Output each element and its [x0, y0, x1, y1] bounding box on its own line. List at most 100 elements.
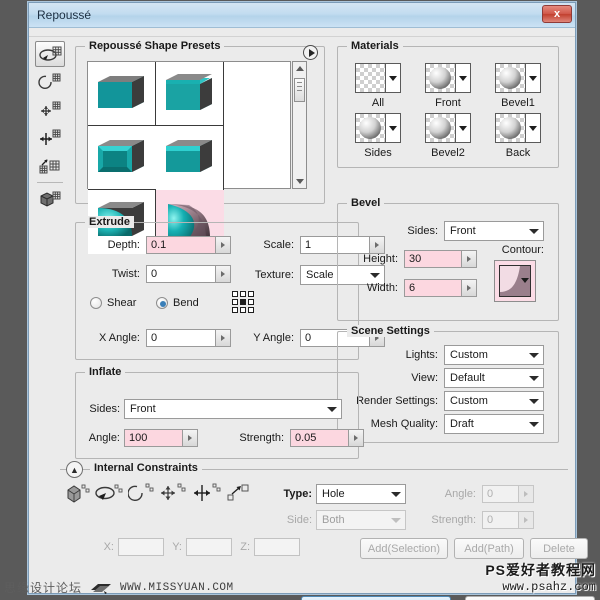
preset-inset-edge[interactable]	[156, 126, 224, 190]
anchor-bl[interactable]	[232, 307, 238, 313]
material-all-swatch[interactable]	[355, 63, 401, 93]
scroll-down-icon[interactable]	[293, 175, 306, 188]
material-bevel2-preview	[426, 114, 456, 142]
bend-radio[interactable]: Bend	[156, 297, 199, 309]
depth-spinner[interactable]	[215, 237, 230, 253]
anchor-br[interactable]	[248, 307, 254, 313]
inflate-strength-spinner[interactable]	[348, 430, 363, 446]
material-bevel1-label: Bevel1	[501, 97, 535, 109]
bevel-height-label: Height:	[363, 253, 398, 265]
constraint-x-value[interactable]	[119, 539, 163, 555]
constraint-scale-tool[interactable]	[226, 482, 252, 504]
constraint-z-field[interactable]	[254, 538, 300, 556]
material-all-dropdown-icon[interactable]	[386, 64, 400, 92]
anchor-tr[interactable]	[248, 291, 254, 297]
inflate-sides-dropdown[interactable]: Front	[124, 399, 342, 419]
rotate-mesh-tool[interactable]	[35, 41, 65, 67]
bevel-width-value[interactable]: 6	[405, 280, 461, 296]
constraint-z-value[interactable]	[255, 539, 299, 555]
object-tool[interactable]	[35, 186, 65, 212]
preset-inset-frame[interactable]	[88, 126, 156, 190]
constraint-angle-spinner[interactable]	[518, 486, 533, 502]
constraint-angle-value[interactable]: 0	[483, 486, 518, 502]
material-back-swatch[interactable]	[495, 113, 541, 143]
constraint-strength-value[interactable]: 0	[483, 512, 518, 528]
anchor-mr[interactable]	[248, 299, 254, 305]
shear-radio[interactable]: Shear	[90, 297, 136, 309]
presets-scrollbar[interactable]	[292, 61, 307, 189]
material-bevel1-dropdown-icon[interactable]	[526, 64, 540, 92]
material-sides-dropdown-icon[interactable]	[386, 114, 400, 142]
material-back-dropdown-icon[interactable]	[526, 114, 540, 142]
twist-value[interactable]: 0	[147, 266, 215, 282]
scroll-thumb[interactable]	[294, 78, 305, 102]
constraint-y-field[interactable]	[186, 538, 232, 556]
cancel-button[interactable]: Cancel	[465, 596, 595, 600]
anchor-bc[interactable]	[240, 307, 246, 313]
constraint-spin-tool[interactable]	[127, 482, 154, 504]
scroll-up-icon[interactable]	[293, 62, 306, 75]
dialog-titlebar[interactable]: Repoussé x	[29, 3, 575, 28]
bevel-width-spinner[interactable]	[461, 280, 476, 296]
pan-mesh-tool[interactable]	[35, 97, 65, 123]
material-bevel2-swatch[interactable]	[425, 113, 471, 143]
preset-extrude-flat[interactable]	[88, 62, 156, 126]
bevel-height-value[interactable]: 30	[405, 251, 461, 267]
mesh-tool-bar	[35, 41, 69, 214]
bevel-sides-dropdown[interactable]: Front	[444, 221, 544, 241]
add-selection-button[interactable]: Add(Selection)	[360, 538, 448, 559]
material-front-swatch[interactable]	[425, 63, 471, 93]
twist-field[interactable]: 0	[146, 265, 231, 283]
constraint-x-field[interactable]	[118, 538, 164, 556]
depth-value[interactable]: 0.1	[147, 237, 215, 253]
material-front-dropdown-icon[interactable]	[456, 64, 470, 92]
view-dropdown[interactable]: Default	[444, 368, 544, 388]
lights-dropdown[interactable]: Custom	[444, 345, 544, 365]
constraint-side-dropdown[interactable]: Both	[316, 510, 406, 530]
preset-bevel-top[interactable]	[156, 62, 224, 126]
constraint-strength-spinner[interactable]	[518, 512, 533, 528]
constraint-y-value[interactable]	[187, 539, 231, 555]
constraint-strength-field[interactable]: 0	[482, 511, 534, 529]
scale-mesh-tool[interactable]	[35, 153, 65, 179]
inflate-strength-value[interactable]: 0.05	[291, 430, 348, 446]
anchor-mc[interactable]	[240, 299, 246, 305]
material-bevel2-dropdown-icon[interactable]	[456, 114, 470, 142]
anchor-point-grid-icon[interactable]	[232, 291, 254, 313]
inflate-angle-spinner[interactable]	[182, 430, 197, 446]
presets-menu-icon[interactable]	[303, 45, 318, 60]
close-icon[interactable]: x	[542, 5, 572, 23]
bevel-legend: Bevel	[347, 197, 385, 209]
constraint-type-value: Hole	[322, 488, 345, 500]
delete-button[interactable]: Delete	[530, 538, 588, 559]
depth-field[interactable]: 0.1	[146, 236, 231, 254]
constraint-roll-tool[interactable]	[94, 482, 123, 504]
bevel-height-field[interactable]: 30	[404, 250, 477, 268]
constraint-pan-tool[interactable]	[158, 482, 186, 504]
x-angle-field[interactable]: 0	[146, 329, 231, 347]
render-settings-dropdown[interactable]: Custom	[444, 391, 544, 411]
slide-mesh-tool[interactable]	[35, 125, 65, 151]
anchor-tc[interactable]	[240, 291, 246, 297]
anchor-tl[interactable]	[232, 291, 238, 297]
inflate-strength-field[interactable]: 0.05	[290, 429, 364, 447]
bevel-height-spinner[interactable]	[461, 251, 476, 267]
constraint-angle-field[interactable]: 0	[482, 485, 534, 503]
collapse-toggle-icon[interactable]: ▲	[66, 461, 83, 478]
inflate-legend: Inflate	[85, 366, 126, 378]
inflate-angle-value[interactable]: 100	[125, 430, 182, 446]
roll-mesh-tool[interactable]	[35, 69, 65, 95]
inflate-angle-field[interactable]: 100	[124, 429, 198, 447]
ok-button[interactable]: OK	[301, 596, 451, 600]
material-sides-swatch[interactable]	[355, 113, 401, 143]
mesh-quality-dropdown[interactable]: Draft	[444, 414, 544, 434]
anchor-ml[interactable]	[232, 299, 238, 305]
constraint-slide-tool[interactable]	[192, 482, 221, 504]
bevel-width-field[interactable]: 6	[404, 279, 477, 297]
add-path-button[interactable]: Add(Path)	[454, 538, 524, 559]
material-bevel1-swatch[interactable]	[495, 63, 541, 93]
contour-picker[interactable]	[494, 260, 536, 302]
constraint-type-dropdown[interactable]: Hole	[316, 484, 406, 504]
constraint-rotate-tool[interactable]	[66, 482, 92, 504]
x-angle-value[interactable]: 0	[147, 330, 215, 346]
